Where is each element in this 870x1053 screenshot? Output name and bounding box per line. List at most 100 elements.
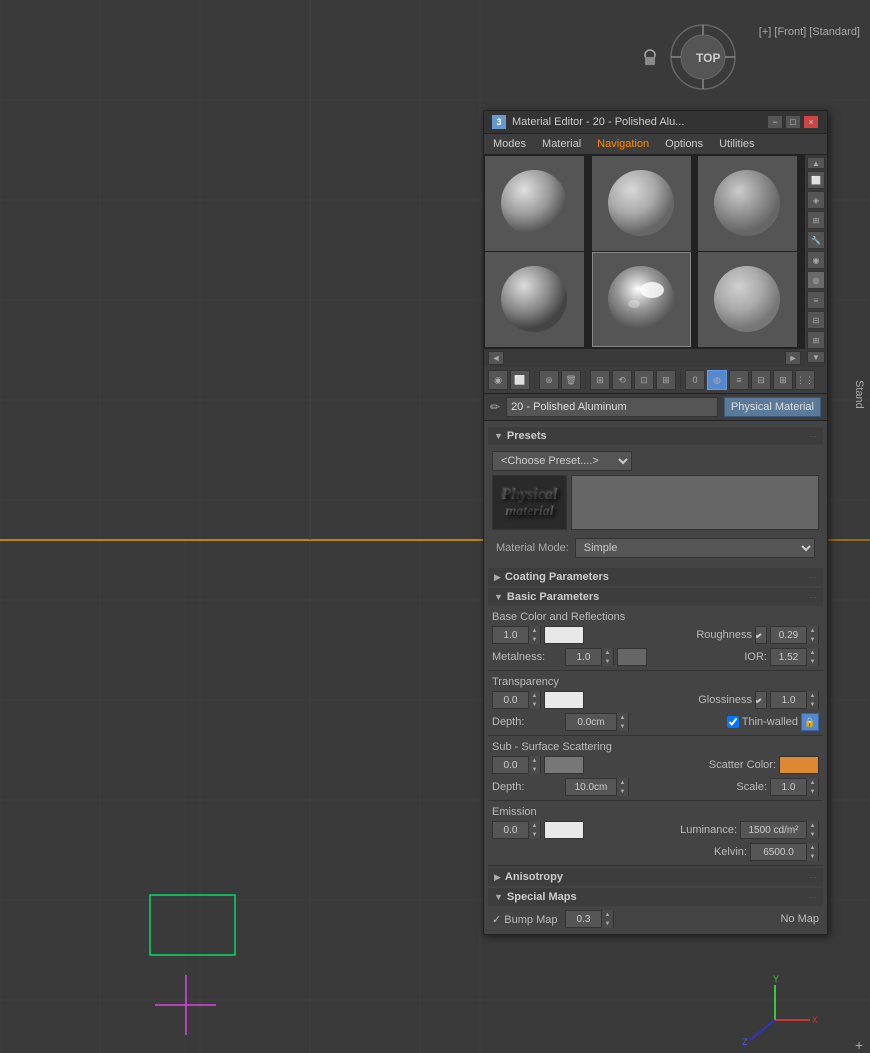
tb-put-btn[interactable]: ⟲	[612, 370, 632, 390]
tb-cube-btn[interactable]: ⬜	[510, 370, 530, 390]
subsurface-arrows[interactable]: ▲ ▼	[528, 756, 540, 774]
ior-down[interactable]: ▼	[807, 657, 818, 666]
depth-down[interactable]: ▼	[617, 722, 628, 731]
tb-delete-btn[interactable]: 🗑	[561, 370, 581, 390]
emission-spin[interactable]: 0.0 ▲ ▼	[492, 821, 541, 839]
metalness-up[interactable]: ▲	[602, 648, 613, 657]
close-button[interactable]: ×	[803, 115, 819, 129]
subsurface-depth-spin[interactable]: 10.0cm ▲ ▼	[565, 778, 629, 796]
roughness-dropdown[interactable]: ▼	[755, 626, 767, 644]
bump-up[interactable]: ▲	[602, 910, 613, 919]
tb-get-btn[interactable]: ⊞	[590, 370, 610, 390]
kelvin-spin[interactable]: 6500.0 ▲ ▼	[750, 843, 819, 861]
bump-down[interactable]: ▼	[602, 919, 613, 928]
sphere-slot-2[interactable]	[592, 156, 691, 251]
roughness-down[interactable]: ▼	[807, 635, 818, 644]
tb-params-btn[interactable]: ≡	[729, 370, 749, 390]
glossiness-up[interactable]: ▲	[807, 691, 818, 700]
rt-btn-4[interactable]: 🔧	[807, 231, 825, 249]
emission-color[interactable]	[544, 821, 584, 839]
subsurface-spin[interactable]: 0.0 ▲ ▼	[492, 756, 541, 774]
lock-button[interactable]: 🔒	[801, 713, 819, 731]
subsurface-down[interactable]: ▼	[529, 765, 540, 774]
depth-arrows[interactable]: ▲ ▼	[616, 713, 628, 731]
menu-options[interactable]: Options	[662, 137, 706, 151]
subsurface-color-swatch[interactable]	[544, 756, 584, 774]
scale-arrows[interactable]: ▲ ▼	[806, 778, 818, 796]
emission-up[interactable]: ▲	[529, 821, 540, 830]
emission-down[interactable]: ▼	[529, 830, 540, 839]
roughness-up[interactable]: ▲	[807, 626, 818, 635]
luminance-arrows[interactable]: ▲ ▼	[806, 821, 818, 839]
menu-navigation[interactable]: Navigation	[594, 137, 652, 151]
menu-material[interactable]: Material	[539, 137, 584, 151]
nav-right-arrow[interactable]: ►	[785, 351, 801, 365]
special-maps-header[interactable]: ▼ Special Maps ···	[488, 888, 823, 906]
base-val-up[interactable]: ▲	[529, 626, 540, 635]
metalness-arrows[interactable]: ▲ ▼	[601, 648, 613, 666]
sphere-slot-6[interactable]	[698, 252, 797, 347]
preset-select[interactable]: <Choose Preset....>	[492, 451, 632, 471]
basic-params-header[interactable]: ▼ Basic Parameters ···	[488, 588, 823, 606]
tb-sphere-btn[interactable]: ◉	[488, 370, 508, 390]
presets-section-header[interactable]: ▼ Presets ···	[488, 427, 823, 445]
base-value-arrows[interactable]: ▲ ▼	[528, 626, 540, 644]
luminance-spin[interactable]: 1500 cd/m² ▲ ▼	[740, 821, 819, 839]
tb-active-btn[interactable]: ◍	[707, 370, 727, 390]
tb-options-btn[interactable]: ⊞	[773, 370, 793, 390]
scale-up[interactable]: ▲	[807, 778, 818, 787]
material-name-input[interactable]	[506, 397, 718, 417]
transparency-up[interactable]: ▲	[529, 691, 540, 700]
transparency-spin[interactable]: 0.0 ▲ ▼	[492, 691, 541, 709]
sphere-slot-3[interactable]	[698, 156, 797, 251]
metalness-down[interactable]: ▼	[602, 657, 613, 666]
transparency-down[interactable]: ▼	[529, 700, 540, 709]
menu-utilities[interactable]: Utilities	[716, 137, 757, 151]
luminance-up[interactable]: ▲	[807, 821, 818, 830]
nav-left-arrow[interactable]: ◄	[488, 351, 504, 365]
base-color-swatch[interactable]	[544, 626, 584, 644]
rt-btn-7[interactable]: ≡	[807, 291, 825, 309]
rt-btn-6-active[interactable]: ◍	[807, 271, 825, 289]
bump-spin[interactable]: 0.3 ▲ ▼	[565, 910, 614, 928]
coating-params-header[interactable]: ▶ Coating Parameters ···	[488, 568, 823, 586]
roughness-arrows[interactable]: ▲ ▼	[806, 626, 818, 644]
minimize-button[interactable]: −	[767, 115, 783, 129]
rt-btn-2[interactable]: ◈	[807, 191, 825, 209]
tb-0-btn[interactable]: 0	[685, 370, 705, 390]
scale-down[interactable]: ▼	[807, 787, 818, 796]
kelvin-arrows[interactable]: ▲ ▼	[806, 843, 818, 861]
transparency-arrows[interactable]: ▲ ▼	[528, 691, 540, 709]
scale-spin[interactable]: 1.0 ▲ ▼	[770, 778, 819, 796]
ss-depth-up[interactable]: ▲	[617, 778, 628, 787]
rt-btn-1[interactable]: ⬜	[807, 171, 825, 189]
ior-up[interactable]: ▲	[807, 648, 818, 657]
tb-paste-btn[interactable]: ⊞	[656, 370, 676, 390]
tb-layers-btn[interactable]: ⋮⋮	[795, 370, 815, 390]
menu-modes[interactable]: Modes	[490, 137, 529, 151]
scatter-color-swatch[interactable]	[779, 756, 819, 774]
material-mode-select[interactable]: Simple	[575, 538, 815, 558]
tb-copy-btn[interactable]: ⊡	[634, 370, 654, 390]
material-type-button[interactable]: Physical Material	[724, 397, 821, 417]
anisotropy-header[interactable]: ▶ Anisotropy ···	[488, 868, 823, 886]
maximize-button[interactable]: □	[785, 115, 801, 129]
ior-spin[interactable]: 1.52 ▲ ▼	[770, 648, 819, 666]
metalness-spin[interactable]: 1.0 ▲ ▼	[565, 648, 614, 666]
tb-assign-btn[interactable]: ⊛	[539, 370, 559, 390]
subsurface-depth-arrows[interactable]: ▲ ▼	[616, 778, 628, 796]
luminance-down[interactable]: ▼	[807, 830, 818, 839]
depth-up[interactable]: ▲	[617, 713, 628, 722]
rt-btn-8[interactable]: ⊟	[807, 311, 825, 329]
sphere-slot-1[interactable]	[485, 156, 584, 251]
depth-spin[interactable]: 0.0cm ▲ ▼	[565, 713, 629, 731]
base-value-spin[interactable]: 1.0 ▲ ▼	[492, 626, 541, 644]
scroll-down-button[interactable]: ▼	[807, 351, 825, 363]
kelvin-down[interactable]: ▼	[807, 852, 818, 861]
kelvin-up[interactable]: ▲	[807, 843, 818, 852]
glossiness-down[interactable]: ▼	[807, 700, 818, 709]
subsurface-up[interactable]: ▲	[529, 756, 540, 765]
sphere-slot-4[interactable]	[485, 252, 584, 347]
rt-btn-5[interactable]: ◉	[807, 251, 825, 269]
thin-walled-checkbox[interactable]	[727, 716, 739, 728]
